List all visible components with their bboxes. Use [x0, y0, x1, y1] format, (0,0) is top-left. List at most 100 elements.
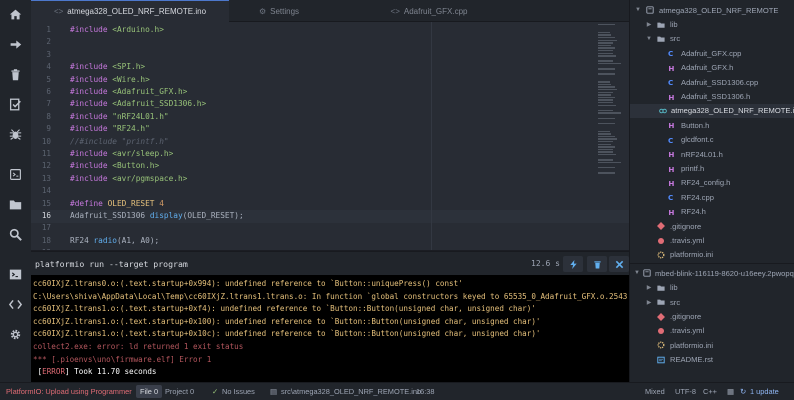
tab-label: Settings: [270, 6, 300, 16]
code-token: #include: [70, 124, 113, 134]
code-line[interactable]: #include <Wire.h>: [70, 74, 150, 86]
minimap-line: [598, 34, 611, 36]
code-line[interactable]: #include <avr/sleep.h>: [70, 148, 173, 160]
tree-folder[interactable]: ▶ lib: [630, 281, 794, 295]
line-number: 12: [41, 161, 51, 171]
chevron-down-icon[interactable]: ▼: [645, 36, 653, 42]
tree-folder[interactable]: ▼ src: [630, 32, 794, 46]
tree-file[interactable]: .gitignore: [630, 309, 794, 323]
tree-file[interactable]: H Adafruit_SSD1306.h: [630, 89, 794, 103]
tree-file[interactable]: H Adafruit_GFX.h: [630, 61, 794, 75]
code-token: <avr/sleep.h>: [112, 149, 174, 158]
file-path[interactable]: src\atmega328_OLED_NRF_REMOTE.ino: [281, 383, 421, 400]
h-file-icon: H: [667, 208, 677, 216]
serial-monitor-icon[interactable]: [0, 162, 31, 186]
minimap[interactable]: [598, 24, 628, 224]
chevron-right-icon[interactable]: ▶: [645, 21, 653, 28]
tree-file[interactable]: Cglcdfont.c: [630, 133, 794, 147]
grammar[interactable]: C++: [703, 383, 717, 400]
trash-icon[interactable]: [0, 62, 31, 86]
home-icon[interactable]: [0, 2, 31, 26]
tree-item-label: platformio.ini: [670, 340, 714, 350]
arrow-right-icon[interactable]: [0, 32, 31, 56]
terminal-output[interactable]: cc60IXjZ.ltrans0.o:(.text.startup+0x994)…: [31, 275, 629, 382]
tree-file[interactable]: platformio.ini: [630, 248, 794, 262]
minimap-line: [598, 73, 615, 75]
tree-file[interactable]: .gitignore: [630, 219, 794, 233]
tree-file[interactable]: C Adafruit_GFX.cpp: [630, 46, 794, 60]
tree-file[interactable]: H RF24.h: [630, 205, 794, 219]
tree-file[interactable]: C Adafruit_SSD1306.cpp: [630, 75, 794, 89]
issues-status[interactable]: No Issues: [222, 383, 255, 400]
svg-text:C: C: [668, 49, 673, 57]
encoding[interactable]: UTF-8: [675, 383, 696, 400]
tree-item-label: Adafruit_GFX.cpp: [681, 48, 742, 58]
tab-settings[interactable]: ⚙ Settings: [229, 0, 329, 22]
tree-file[interactable]: platformio.ini: [630, 338, 794, 352]
code-line[interactable]: RF24 radio(A1, A0);: [70, 235, 159, 247]
code-line[interactable]: #include <Adafruit_SSD1306.h>: [70, 98, 206, 110]
search-icon[interactable]: [0, 222, 31, 246]
line-ending[interactable]: Mixed: [645, 383, 665, 400]
code-token: "RF24.h": [112, 124, 150, 134]
tree-file[interactable]: H Button.h: [630, 118, 794, 132]
tree-file[interactable]: .travis.yml: [630, 324, 794, 338]
project-issues-badge[interactable]: Project 0: [165, 383, 194, 400]
terminal-title: platformio run --target program: [35, 259, 188, 269]
terminal-icon[interactable]: [0, 262, 31, 286]
code-area[interactable]: #include <Arduino.h> #include <SPI.h> #inc…: [70, 22, 430, 250]
status-task[interactable]: PlatformIO: Upload using Programmer: [6, 383, 132, 400]
tree-file[interactable]: atmega328_OLED_NRF_REMOTE.ino: [630, 103, 794, 119]
tree-file[interactable]: C RF24.cpp: [630, 190, 794, 204]
cursor-position[interactable]: 16:38: [416, 383, 435, 400]
tree-file[interactable]: HnRF24L01.h: [630, 147, 794, 161]
tree-project-root[interactable]: ▼ mbed-blink-116119-8620-u16eey.2pwopqfr: [630, 266, 794, 280]
close-icon[interactable]: [609, 256, 629, 272]
gear-icon[interactable]: [0, 322, 31, 346]
code-line[interactable]: #include "nRF24L01.h": [70, 111, 169, 123]
tree-file[interactable]: README.rst: [630, 353, 794, 367]
tab-adafruit-gfx-cpp[interactable]: <> Adafruit_GFX.cpp: [329, 0, 529, 22]
checklist-icon[interactable]: [0, 92, 31, 116]
chevron-right-icon[interactable]: ▶: [645, 284, 653, 291]
tree-file[interactable]: H RF24_config.h: [630, 176, 794, 190]
file-issues-badge[interactable]: File 0: [136, 385, 163, 398]
code-line[interactable]: #include <Button.h>: [70, 160, 159, 172]
code-line[interactable]: #include <avr/pgmspace.h>: [70, 173, 187, 185]
bracket: [: [33, 367, 43, 377]
tab-label: atmega328_OLED_NRF_REMOTE.ino: [67, 7, 207, 16]
code-line[interactable]: Adafruit_SSD1306 display(OLED_RESET);: [70, 210, 244, 222]
code-line[interactable]: #include <SPI.h>: [70, 61, 145, 73]
svg-text:H: H: [668, 64, 674, 72]
cpp-file-icon: C: [667, 193, 677, 201]
code-token: #include: [70, 62, 113, 72]
code-editor[interactable]: 12345678910111213141516171819 #include <…: [31, 22, 629, 250]
tree-folder[interactable]: ▶ lib: [630, 17, 794, 31]
code-icon[interactable]: [0, 292, 31, 316]
minimap-line: [598, 154, 616, 156]
code-token: #define: [70, 198, 108, 208]
svg-text:H: H: [668, 179, 674, 187]
tree-folder[interactable]: ▶ src: [630, 295, 794, 309]
line-number: 9: [46, 124, 51, 134]
line-number: 3: [46, 49, 51, 59]
chevron-down-icon[interactable]: ▼: [634, 7, 642, 13]
tree-project-root[interactable]: ▼ atmega328_OLED_NRF_REMOTE: [630, 3, 794, 17]
code-line[interactable]: #include "RF24.h": [70, 123, 150, 135]
updates-link[interactable]: 1 update: [750, 383, 779, 400]
minimap-line: [598, 94, 612, 96]
tree-file[interactable]: .travis.yml: [630, 233, 794, 247]
code-line[interactable]: #include <Adafruit_GFX.h>: [70, 86, 187, 98]
tree-file[interactable]: Hprintf.h: [630, 161, 794, 175]
terminal-line: *** [.pioenvs\uno\firmware.elf] Error 1: [33, 354, 212, 364]
tab-atmega328-ino[interactable]: <> atmega328_OLED_NRF_REMOTE.ino: [31, 0, 229, 22]
code-line[interactable]: #define OLED_RESET 4: [70, 198, 164, 210]
chevron-down-icon[interactable]: ▼: [634, 270, 640, 276]
code-line[interactable]: #include <Arduino.h>: [70, 24, 164, 36]
folder-icon[interactable]: [0, 192, 31, 216]
trash-icon[interactable]: [587, 256, 607, 272]
chevron-right-icon[interactable]: ▶: [645, 299, 653, 306]
lightning-icon[interactable]: [563, 256, 583, 272]
code-line[interactable]: //#include "printf.h": [70, 136, 169, 148]
bug-icon[interactable]: [0, 122, 31, 146]
